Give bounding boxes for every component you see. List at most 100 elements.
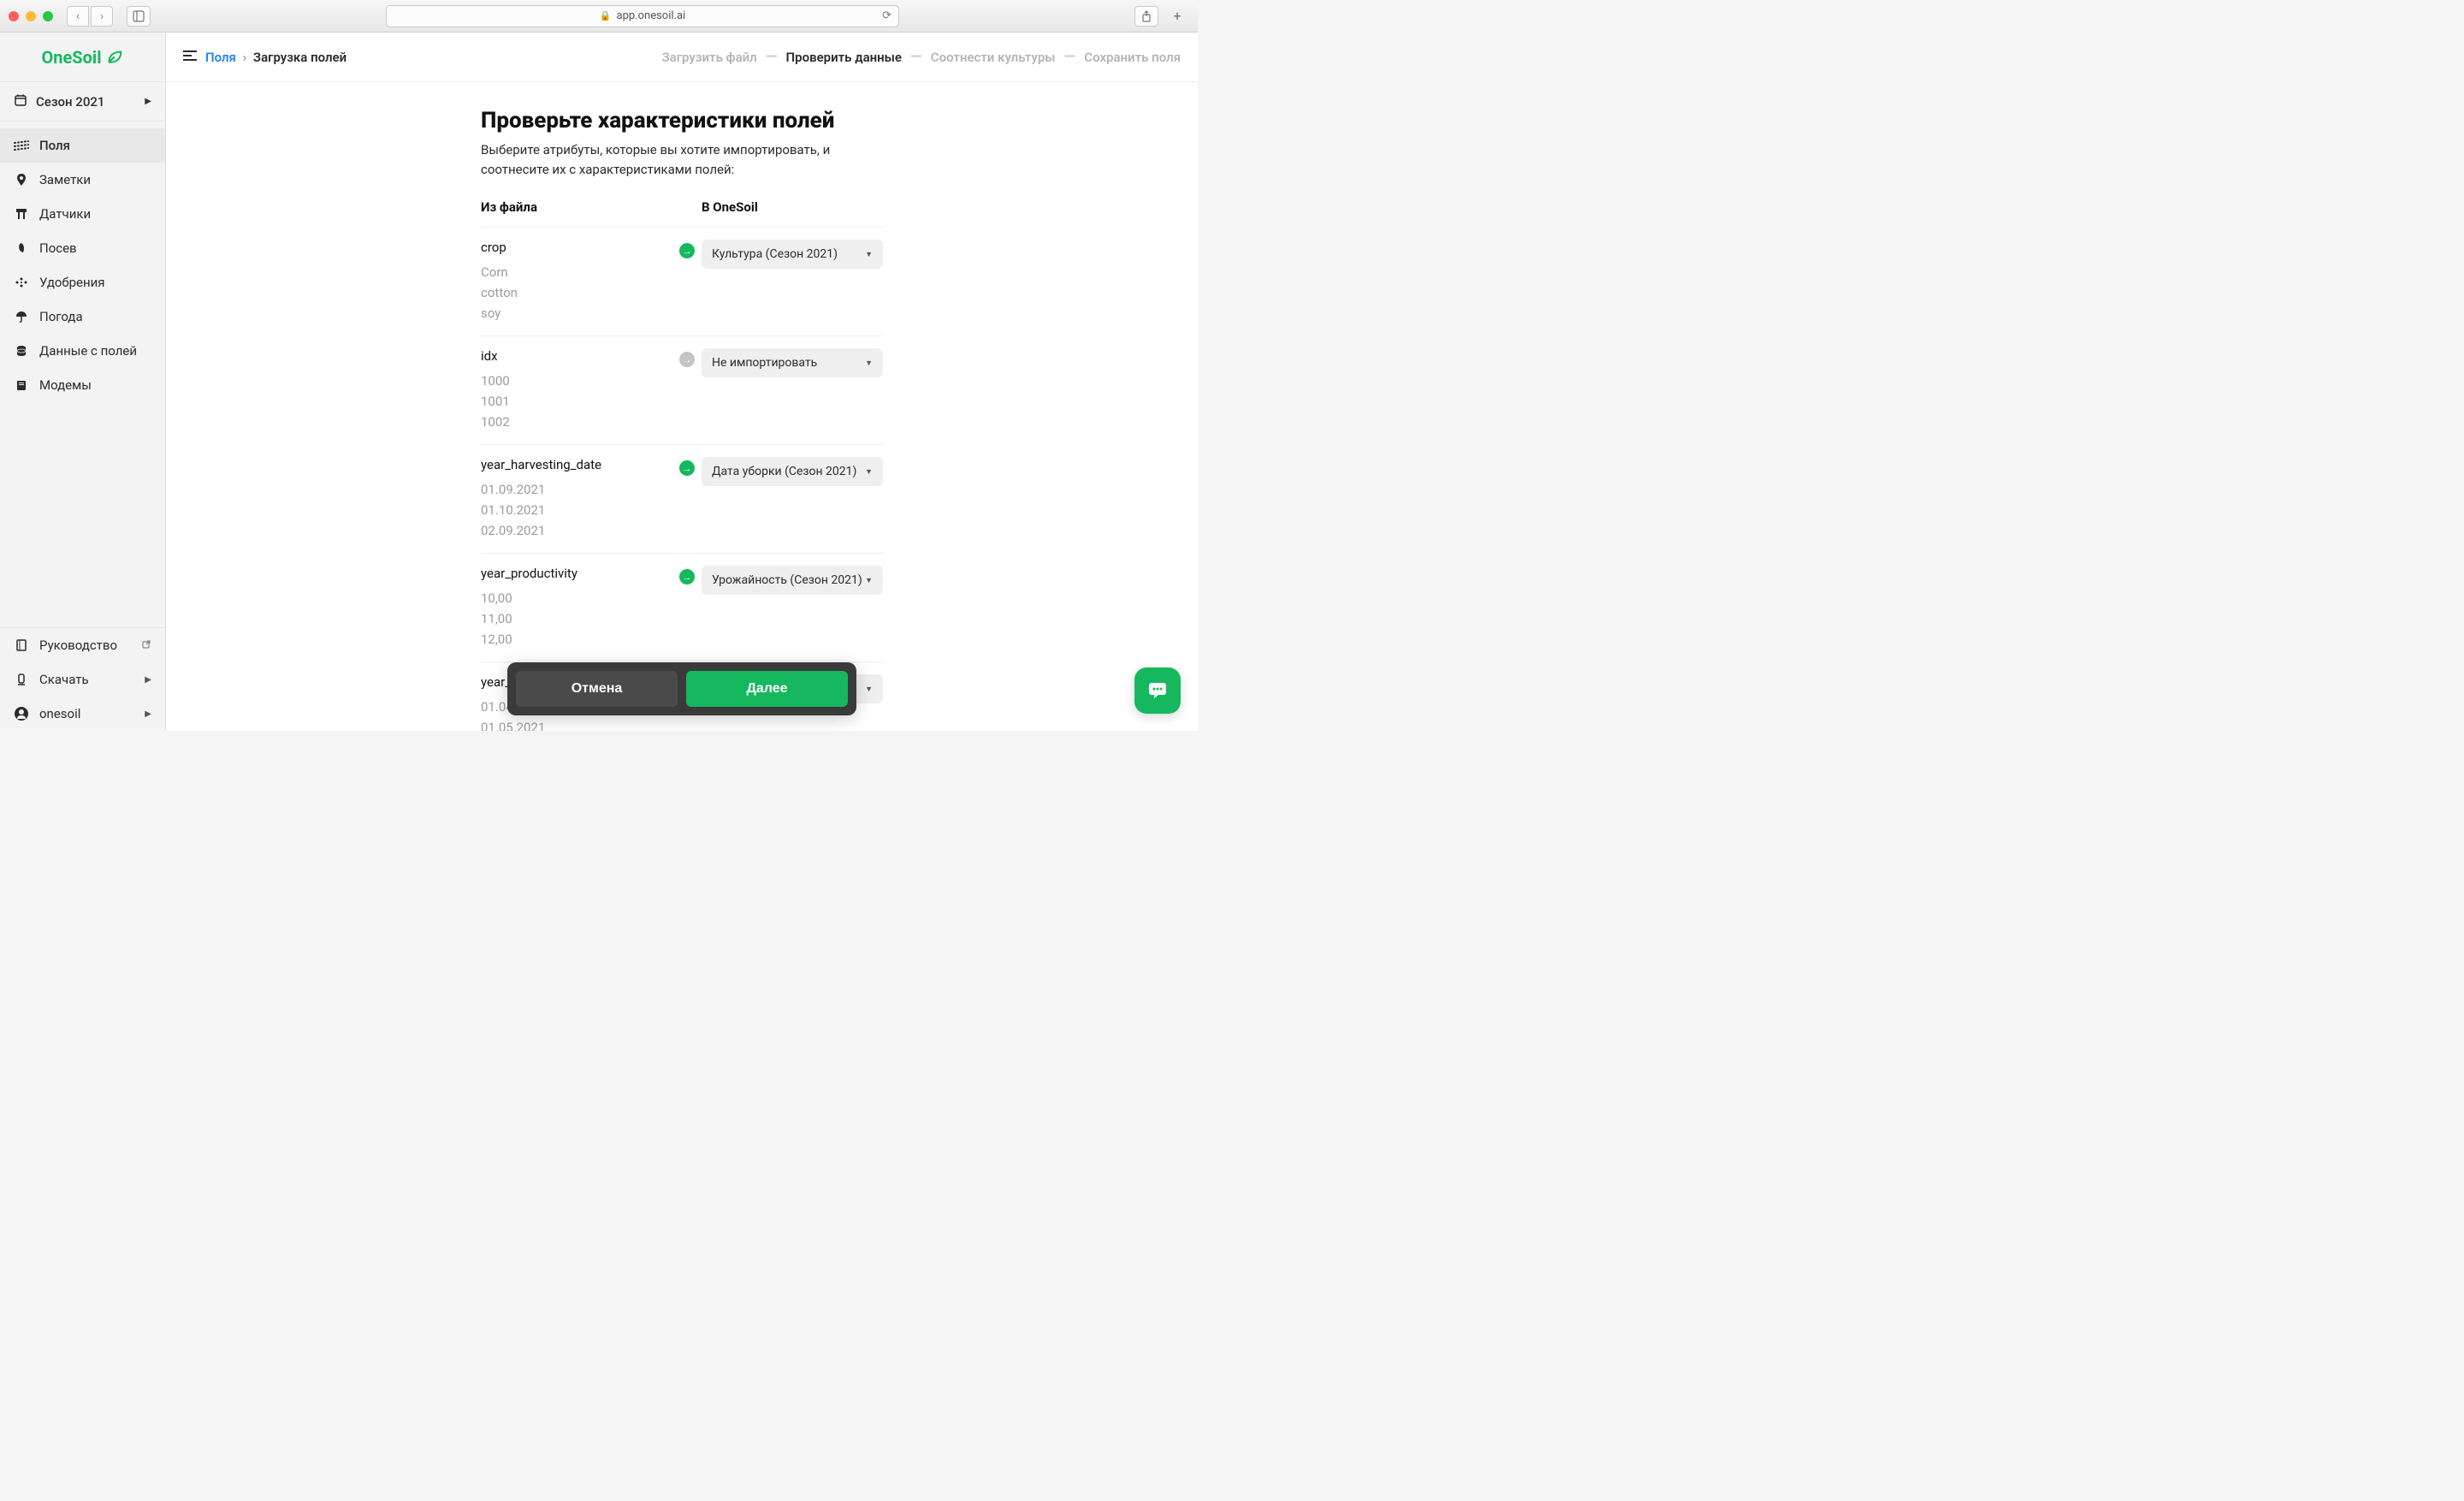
tab-overview-button[interactable]: [127, 6, 151, 27]
sidebar-item-weather[interactable]: Погода: [0, 300, 165, 334]
calendar-icon: [14, 93, 27, 110]
attribute-select-label: Не импортировать: [712, 356, 817, 370]
footer-action-bar: Отмена Далее: [507, 662, 856, 715]
url-bar[interactable]: 🔒 app.onesoil.ai ⟳: [386, 5, 899, 27]
page-subtitle: Выберите атрибуты, которые вы хотите имп…: [481, 140, 883, 179]
step-sep: —: [766, 48, 778, 66]
sidebar-item-sowing[interactable]: Посев: [0, 231, 165, 265]
attribute-sample: 1001: [481, 391, 672, 412]
attribute-sample: 11,00: [481, 608, 672, 629]
browser-chrome: ‹ › 🔒 app.onesoil.ai ⟳ +: [0, 0, 1198, 33]
breadcrumb-link[interactable]: Поля: [205, 50, 236, 65]
breadcrumb: Поля › Загрузка полей: [205, 50, 346, 65]
breadcrumb-current: Загрузка полей: [253, 50, 346, 65]
chat-widget-button[interactable]: [1134, 667, 1181, 714]
minimize-window-button[interactable]: [26, 11, 36, 21]
sidebar-item-sensors[interactable]: Датчики: [0, 197, 165, 231]
external-link-icon: [141, 639, 151, 652]
chevron-down-icon: ▼: [865, 576, 873, 585]
attribute-select[interactable]: Культура (Сезон 2021)▼: [702, 240, 883, 269]
attribute-arrow: →: [672, 348, 702, 432]
sidebar-item-label: Посев: [39, 240, 77, 256]
breadcrumb-sep: ›: [243, 50, 247, 65]
attribute-row: year_harvesting_date01.09.202101.10.2021…: [481, 444, 883, 553]
attribute-select[interactable]: Дата уборки (Сезон 2021)▼: [702, 457, 883, 486]
sidebar-item-label: Данные с полей: [39, 343, 137, 359]
columns-header: Из файла В OneSoil: [481, 199, 883, 215]
sidebar-item-label: Руководство: [39, 638, 117, 653]
attribute-select-label: Урожайность (Сезон 2021): [712, 573, 862, 587]
step-crops: Соотнести культуры: [931, 50, 1056, 65]
new-tab-button[interactable]: +: [1165, 6, 1189, 27]
attribute-sample: cotton: [481, 282, 672, 303]
chevron-right-icon: ▶: [145, 675, 151, 685]
step-sep: —: [1064, 48, 1076, 66]
forward-button[interactable]: ›: [91, 6, 113, 27]
attribute-row: cropCorncottonsoy → Культура (Сезон 2021)▼: [481, 227, 883, 335]
attribute-name: idx: [481, 348, 672, 364]
chevron-down-icon: ▼: [865, 250, 873, 259]
refresh-icon[interactable]: ⟳: [882, 9, 891, 22]
sidebar-item-label: Датчики: [39, 206, 91, 222]
sidebar-item-label: Поля: [39, 138, 70, 153]
attribute-left: cropCorncottonsoy: [481, 240, 672, 323]
attribute-sample: 02.09.2021: [481, 520, 672, 541]
arrow-mapped-icon: →: [679, 243, 695, 258]
sidebar-item-modems[interactable]: Модемы: [0, 368, 165, 402]
attribute-right: Не импортировать ▼: [702, 348, 883, 432]
sidebar-item-profile[interactable]: onesoil ▶: [0, 697, 165, 731]
arrow-mapped-icon: →: [679, 460, 695, 476]
sidebar-item-label: Погода: [39, 309, 83, 324]
close-window-button[interactable]: [9, 11, 19, 21]
user-avatar-icon: [14, 706, 29, 721]
arrow-unmapped-icon: →: [679, 352, 695, 367]
attribute-right: Дата уборки (Сезон 2021)▼: [702, 457, 883, 541]
cancel-button[interactable]: Отмена: [516, 671, 678, 707]
sidebar-item-guide[interactable]: Руководство: [0, 628, 165, 662]
chevron-right-icon: ▶: [145, 709, 151, 719]
back-button[interactable]: ‹: [67, 6, 89, 27]
nav-buttons: ‹ ›: [67, 6, 113, 27]
step-sep: —: [910, 48, 922, 66]
window-controls: [9, 11, 53, 21]
season-selector[interactable]: Сезон 2021 ▶: [0, 82, 165, 122]
attribute-sample: 12,00: [481, 629, 672, 650]
sidebar-item-label: Заметки: [39, 172, 91, 187]
attribute-arrow: →: [672, 457, 702, 541]
chevron-down-icon: ▼: [865, 359, 873, 368]
attribute-row: year_productivity10,0011,0012,00→Урожайн…: [481, 553, 883, 662]
sidebar-item-fields[interactable]: Поля: [0, 128, 165, 163]
maximize-window-button[interactable]: [43, 11, 53, 21]
attribute-list: cropCorncottonsoy → Культура (Сезон 2021)▼…: [481, 227, 883, 731]
attribute-select[interactable]: Не импортировать ▼: [702, 348, 883, 377]
attribute-name: year_productivity: [481, 566, 672, 581]
col-header-right: В OneSoil: [702, 199, 883, 215]
attribute-arrow: →: [672, 240, 702, 323]
attribute-sample: 01.09.2021: [481, 479, 672, 500]
attribute-right: Культура (Сезон 2021)▼: [702, 240, 883, 323]
attribute-select[interactable]: Урожайность (Сезон 2021)▼: [702, 566, 883, 595]
chevron-right-icon: ▶: [145, 97, 151, 106]
sensors-icon: [14, 207, 29, 221]
attribute-sample: 10,00: [481, 588, 672, 608]
sidebar-item-download[interactable]: Скачать ▶: [0, 662, 165, 697]
pin-icon: [14, 173, 29, 187]
attribute-name: year_harvesting_date: [481, 457, 672, 472]
next-button[interactable]: Далее: [686, 671, 848, 707]
sidebar-item-label: Модемы: [39, 377, 92, 393]
sidebar-item-fertilizer[interactable]: Удобрения: [0, 265, 165, 300]
sidebar-item-notes[interactable]: Заметки: [0, 163, 165, 197]
main: Поля › Загрузка полей Загрузить файл — П…: [166, 33, 1198, 731]
sidebar-nav: Поля Заметки Датчики Посев: [0, 122, 165, 627]
modem-icon: [14, 378, 29, 392]
share-button[interactable]: [1134, 6, 1158, 27]
logo[interactable]: OneSoil: [42, 47, 124, 68]
sidebar-item-label: Удобрения: [39, 275, 105, 290]
fertilizer-icon: [14, 275, 29, 290]
menu-toggle-icon[interactable]: [183, 48, 197, 66]
page-title: Проверьте характеристики полей: [481, 108, 883, 133]
season-label: Сезон 2021: [36, 94, 104, 110]
sidebar-item-fielddata[interactable]: Данные с полей: [0, 334, 165, 368]
attribute-row: idx100010011002→Не импортировать▼: [481, 335, 883, 444]
tabs-icon: [133, 10, 145, 22]
